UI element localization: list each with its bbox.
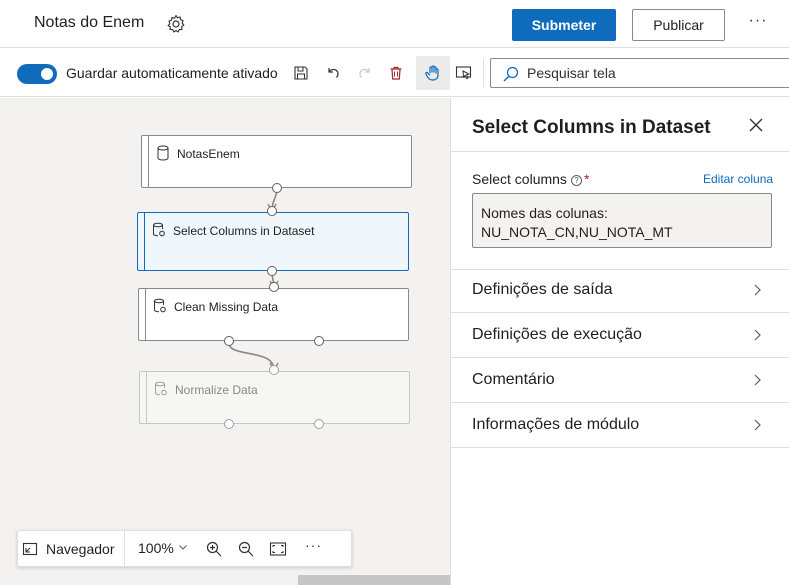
edit-column-link[interactable]: Editar coluna <box>703 172 773 186</box>
output-port[interactable] <box>224 336 234 346</box>
chevron-right-icon <box>754 419 761 431</box>
input-port[interactable] <box>269 282 279 292</box>
zoom-level-select[interactable]: 100% <box>138 540 174 556</box>
input-port[interactable] <box>267 206 277 216</box>
output-port[interactable] <box>272 183 282 193</box>
columns-caption: Nomes das colunas: <box>481 205 608 221</box>
section-label: Comentário <box>472 371 555 388</box>
canvas-navigator-bar: Navegador 100% ··· <box>17 530 352 567</box>
module-node-clean-missing[interactable]: Clean Missing Data <box>138 288 409 341</box>
chevron-right-icon <box>754 329 761 341</box>
page-title: Notas do Enem <box>34 14 145 31</box>
input-port[interactable] <box>269 365 279 375</box>
navigator-icon <box>22 542 38 556</box>
connection-3 <box>228 342 275 371</box>
delete-icon[interactable] <box>384 61 408 85</box>
required-mark: * <box>583 171 590 187</box>
search-placeholder: Pesquisar tela <box>527 65 616 81</box>
module-label: NotasEnem <box>177 147 240 161</box>
module-icon <box>152 222 166 238</box>
help-icon[interactable]: ? <box>570 175 582 186</box>
canvas-toolbar: Guardar automaticamente ativado Pesquisa… <box>0 49 789 97</box>
autosave-toggle[interactable] <box>17 64 57 84</box>
module-node-normalize[interactable]: Normalize Data <box>139 371 410 424</box>
search-input[interactable]: Pesquisar tela <box>490 58 789 88</box>
hand-pan-icon[interactable] <box>416 56 450 90</box>
close-icon[interactable] <box>747 116 765 134</box>
top-header: Notas do Enem Submeter Publicar ··· <box>0 0 789 48</box>
undo-icon[interactable] <box>321 61 345 85</box>
chevron-down-icon[interactable] <box>178 542 188 552</box>
navigator-button[interactable]: Navegador <box>22 537 115 561</box>
module-label: Clean Missing Data <box>174 300 279 314</box>
gear-icon[interactable] <box>166 14 186 34</box>
publish-button[interactable]: Publicar <box>632 9 725 41</box>
module-label: Select Columns in Dataset <box>173 224 315 238</box>
output-port[interactable] <box>224 419 234 429</box>
section-label: Definições de saída <box>472 281 613 298</box>
section-module-info[interactable]: Informações de módulo <box>451 403 789 448</box>
pipeline-canvas[interactable]: NotasEnem Select Columns in Dataset Clea… <box>0 98 450 585</box>
section-comment[interactable]: Comentário <box>451 358 789 403</box>
navigator-label: Navegador <box>46 541 115 557</box>
dataset-icon <box>156 145 170 161</box>
submit-button[interactable]: Submeter <box>512 9 616 41</box>
toggle-knob <box>41 68 53 80</box>
chevron-right-icon <box>754 284 761 296</box>
module-node-notasenem[interactable]: NotasEnem <box>141 135 412 188</box>
redo-icon[interactable] <box>353 61 377 85</box>
module-icon <box>153 298 167 314</box>
zoom-in-icon[interactable] <box>203 538 225 560</box>
module-icon <box>154 381 168 397</box>
module-label: Normalize Data <box>175 383 258 397</box>
select-columns-label: Select columns? * <box>472 171 590 187</box>
output-port[interactable] <box>314 336 324 346</box>
navigator-more-icon[interactable]: ··· <box>305 537 322 553</box>
module-details-panel: Select Columns in Dataset Select columns… <box>450 98 789 585</box>
module-node-select-columns[interactable]: Select Columns in Dataset <box>137 212 409 271</box>
horizontal-scrollbar[interactable] <box>298 575 450 585</box>
columns-value: NU_NOTA_CN,NU_NOTA_MT <box>481 224 673 240</box>
section-label: Informações de módulo <box>472 416 640 433</box>
output-port[interactable] <box>314 419 324 429</box>
section-run-settings[interactable]: Definições de execução <box>451 313 789 358</box>
more-options-icon[interactable]: ··· <box>747 12 769 34</box>
output-port[interactable] <box>267 266 277 276</box>
autosave-label: Guardar automaticamente ativado <box>66 65 278 81</box>
selected-columns-box[interactable]: Nomes das colunas: NU_NOTA_CN,NU_NOTA_MT <box>472 193 772 248</box>
fit-to-screen-icon[interactable] <box>267 538 289 560</box>
chevron-right-icon <box>754 374 761 386</box>
panel-title: Select Columns in Dataset <box>472 117 711 138</box>
search-icon <box>502 65 520 83</box>
section-label: Definições de execução <box>472 326 642 343</box>
save-icon[interactable] <box>289 61 313 85</box>
zoom-out-icon[interactable] <box>235 538 257 560</box>
select-pointer-icon[interactable] <box>452 61 476 85</box>
toolbar-divider <box>483 59 484 87</box>
section-output-settings[interactable]: Definições de saída <box>451 268 789 313</box>
